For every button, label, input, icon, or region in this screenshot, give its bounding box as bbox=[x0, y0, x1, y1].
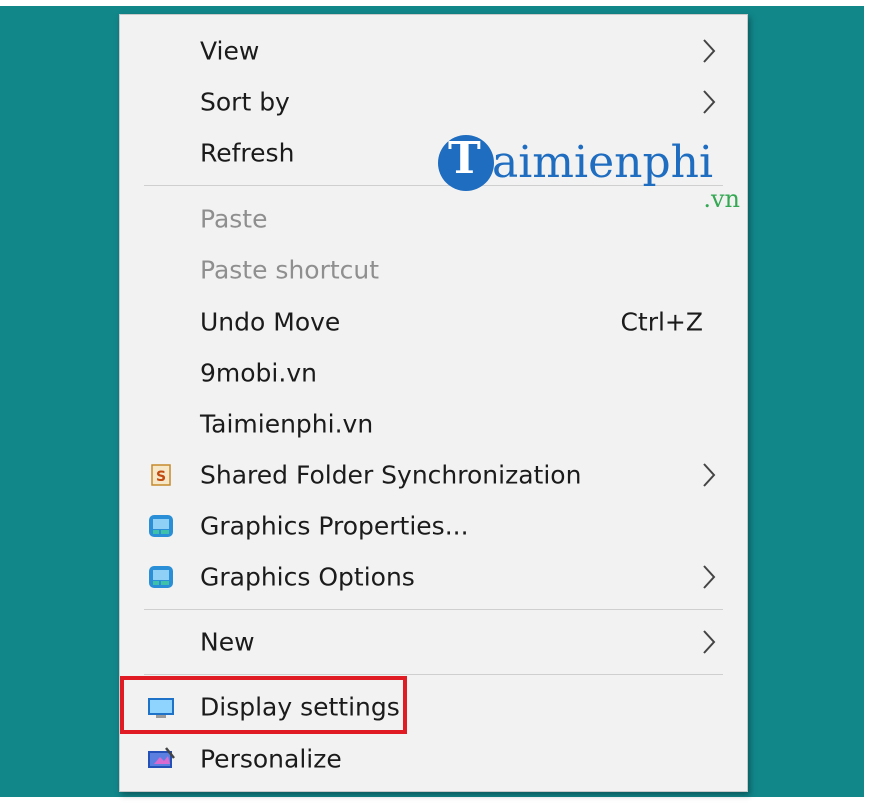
chevron-right-icon bbox=[703, 90, 716, 114]
menu-item-taimienphi[interactable]: Taimienphi.vn bbox=[120, 402, 747, 446]
svg-text:S: S bbox=[156, 469, 166, 485]
menu-item-label: Sort by bbox=[200, 87, 290, 117]
graphics-properties-icon bbox=[149, 515, 173, 537]
menu-separator bbox=[144, 674, 723, 675]
chevron-right-icon bbox=[703, 565, 716, 589]
menu-item-label: Undo Move bbox=[200, 307, 341, 337]
shortcut-label: Ctrl+Z bbox=[620, 307, 703, 337]
menu-item-label: Taimienphi.vn bbox=[200, 409, 374, 439]
menu-item-9mobi[interactable]: 9mobi.vn bbox=[120, 351, 747, 395]
taimienphi-watermark-logo: T aimienphi .vn bbox=[438, 131, 748, 231]
personalize-icon bbox=[148, 747, 175, 768]
menu-item-label: Personalize bbox=[200, 744, 342, 774]
menu-item-label: Shared Folder Synchronization bbox=[200, 460, 582, 490]
menu-item-sort-by[interactable]: Sort by bbox=[120, 80, 747, 124]
chevron-right-icon bbox=[703, 39, 716, 63]
menu-item-graphics-options[interactable]: Graphics Options bbox=[120, 555, 747, 599]
watermark-text: aimienphi bbox=[492, 137, 714, 188]
desktop-context-menu: View Sort by Refresh Paste Paste shortcu… bbox=[119, 14, 748, 792]
shared-folder-sync-icon: S bbox=[151, 464, 171, 486]
menu-separator bbox=[144, 609, 723, 610]
display-settings-highlight bbox=[120, 676, 407, 734]
menu-item-undo-move[interactable]: Undo Move Ctrl+Z bbox=[120, 300, 747, 344]
chevron-right-icon bbox=[703, 630, 716, 654]
menu-item-shared-folder-sync[interactable]: S Shared Folder Synchronization bbox=[120, 453, 747, 497]
menu-item-label: Paste shortcut bbox=[200, 255, 380, 285]
menu-item-label: Paste bbox=[200, 204, 268, 234]
watermark-logo-letter: T bbox=[448, 133, 481, 184]
menu-item-label: New bbox=[200, 627, 255, 657]
menu-item-label: View bbox=[200, 36, 260, 66]
menu-item-label: Graphics Properties... bbox=[200, 511, 469, 541]
menu-item-paste-shortcut[interactable]: Paste shortcut bbox=[120, 248, 747, 292]
watermark-suffix: .vn bbox=[703, 185, 740, 213]
menu-item-view[interactable]: View bbox=[120, 29, 747, 73]
menu-item-graphics-properties[interactable]: Graphics Properties... bbox=[120, 504, 747, 548]
chevron-right-icon bbox=[703, 463, 716, 487]
menu-item-personalize[interactable]: Personalize bbox=[120, 737, 747, 781]
menu-item-label: Refresh bbox=[200, 138, 295, 168]
menu-item-new[interactable]: New bbox=[120, 620, 747, 664]
menu-item-label: 9mobi.vn bbox=[200, 358, 317, 388]
menu-item-label: Graphics Options bbox=[200, 562, 415, 592]
graphics-options-icon bbox=[149, 566, 173, 588]
